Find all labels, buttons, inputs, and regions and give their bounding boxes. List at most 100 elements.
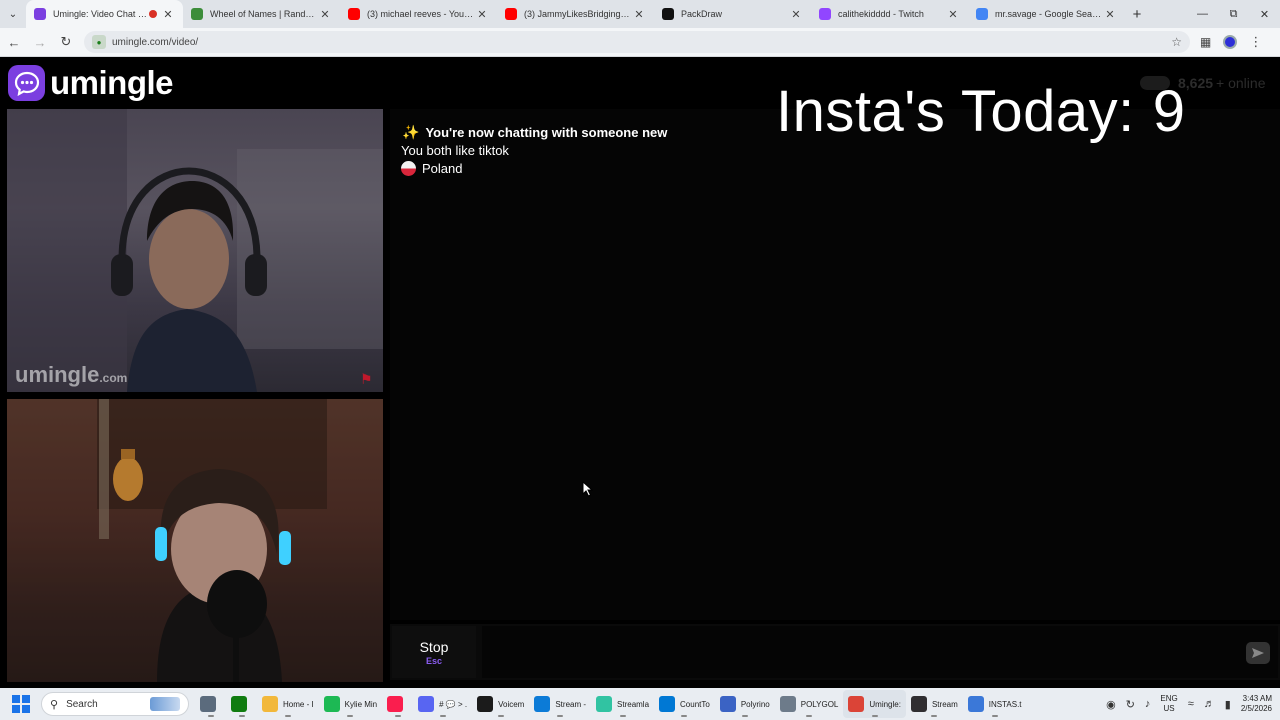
obs-icon [910, 696, 927, 712]
tab-title: mr.savage - Google Search [995, 9, 1103, 19]
tab-search-chevron-icon[interactable]: ⌄ [0, 0, 26, 28]
tab-favicon-icon [662, 8, 674, 20]
system-tray: ◉ ↻ ♪ ENG US ≈ ♬ ▮ 3:43 AM 2/5/2026 [1106, 688, 1272, 720]
tab-close-icon[interactable]: ✕ [789, 8, 803, 21]
streamlabs-icon [596, 696, 613, 712]
tab-favicon-icon [976, 8, 988, 20]
tab-close-icon[interactable]: ✕ [318, 8, 332, 21]
stranger-country: Poland [401, 161, 462, 176]
browser-tab[interactable]: Umingle: Video Chat with S ✕ [26, 0, 183, 28]
notepad-icon [967, 696, 984, 712]
tab-close-icon[interactable]: ✕ [475, 8, 489, 21]
stop-button-shortcut: Esc [425, 655, 442, 666]
extensions-puzzle-icon[interactable]: ▦ [1200, 35, 1211, 49]
reload-icon[interactable]: ↻ [54, 30, 78, 54]
tab-title: Wheel of Names | Random nam [210, 9, 318, 19]
clock-date: 2/5/2026 [1240, 704, 1272, 713]
taskbar-search[interactable]: ⚲ Search [41, 692, 189, 716]
umingle-logo[interactable]: umingle [8, 64, 174, 102]
new-tab-plus-icon[interactable]: + [1125, 0, 1149, 28]
insta-counter-value: 9 [1152, 79, 1186, 144]
tab-close-icon[interactable]: ✕ [1103, 8, 1117, 21]
taskbar-apps: Home - I Kylie Min # 💬 > . Voicem Stream - St… [195, 690, 1027, 718]
taskbar-search-label: Search [66, 698, 98, 710]
battery-icon[interactable]: ▮ [1225, 698, 1231, 711]
umingle-page: umingle 8,625 + online umingle.com ⚑ ✨ Y… [0, 58, 1280, 688]
restore-icon[interactable]: ⧉ [1218, 0, 1249, 28]
taskbar-app[interactable]: Stream - [529, 690, 591, 718]
site-camera-icon[interactable]: ● [92, 35, 106, 49]
file-explorer-icon [200, 696, 216, 712]
tab-favicon-icon [505, 8, 517, 20]
profile-avatar[interactable] [1223, 35, 1238, 49]
search-highlight-icon [150, 697, 180, 711]
sparkle-icon: ✨ [402, 124, 420, 140]
taskbar-app-label: INSTAS.t [988, 699, 1022, 709]
taskbar-app[interactable]: Stream [906, 690, 963, 718]
report-flag-icon[interactable]: ⚑ [360, 372, 378, 386]
taskbar-app[interactable] [195, 690, 226, 718]
taskbar-app[interactable]: Polyrino [715, 690, 775, 718]
tab-favicon-icon [191, 8, 203, 20]
browser-tab[interactable]: (3) michael reeves - YouTube ✕ [340, 0, 497, 28]
taskbar-app[interactable]: Kylie Min [319, 690, 382, 718]
taskbar-app[interactable] [226, 690, 257, 718]
taskbar-app[interactable]: Voicem [472, 690, 529, 718]
tab-favicon-icon [34, 8, 46, 20]
address-bar[interactable]: ● umingle.com/video/ ☆ [84, 31, 1190, 53]
microphone-tray-icon[interactable]: ♪ [1145, 698, 1151, 710]
insta-counter-overlay: Insta's Today: 9 [776, 78, 1186, 145]
taskbar-app[interactable]: # 💬 > . [413, 690, 472, 718]
opera-gx-icon [387, 696, 404, 712]
volume-icon[interactable]: ♬ [1204, 698, 1215, 710]
taskbar-app-label: Stream - [555, 699, 587, 709]
taskbar-app[interactable]: Home - I [257, 690, 319, 718]
minimize-icon[interactable]: — [1187, 0, 1218, 28]
windows-taskbar: ⚲ Search Home - I Kylie Min # 💬 > . Voicem S… [0, 688, 1280, 720]
taskbar-app-label: POLYGOL [800, 699, 839, 709]
windows-start-icon[interactable] [9, 692, 33, 716]
taskbar-app[interactable]: POLYGOL [775, 690, 844, 718]
wifi-icon[interactable]: ≈ [1188, 698, 1194, 710]
browser-tab[interactable]: (3) JammyLikesBridging - YouTu✕ [497, 0, 654, 28]
tab-strip: ⌄ Umingle: Video Chat with S✕Wheel of Na… [0, 0, 1280, 28]
browser-menu-icon[interactable]: ⋮ [1249, 34, 1262, 50]
tab-title: PackDraw [681, 9, 723, 19]
forward-arrow-icon[interactable]: → [28, 30, 52, 54]
language-indicator[interactable]: ENG US [1160, 694, 1177, 714]
back-arrow-icon[interactable]: ← [2, 30, 26, 54]
sync-tray-icon[interactable]: ↻ [1126, 698, 1135, 711]
bookmark-star-icon[interactable]: ☆ [1171, 35, 1182, 49]
send-arrow-icon[interactable] [1246, 642, 1270, 664]
insta-counter-label: Insta's Today: [776, 79, 1135, 144]
taskbar-app[interactable]: CountTo [654, 690, 715, 718]
browser-tab[interactable]: PackDraw ✕ [654, 0, 811, 28]
tab-close-icon[interactable]: ✕ [161, 8, 175, 21]
taskbar-app[interactable]: Streamla [591, 690, 654, 718]
stop-button[interactable]: Stop Esc [392, 626, 476, 678]
tab-title: (3) michael reeves - YouTube [367, 9, 475, 19]
taskbar-app[interactable]: INSTAS.t [963, 690, 1027, 718]
country-name: Poland [422, 161, 463, 176]
discord-tray-icon[interactable]: ◉ [1106, 698, 1116, 711]
language-line1: ENG [1160, 694, 1178, 703]
stranger-video-frame [7, 109, 383, 392]
taskbar-app-label: Stream [931, 699, 958, 709]
taskbar-app-label: CountTo [680, 699, 710, 709]
tab-close-icon[interactable]: ✕ [632, 8, 646, 21]
address-url[interactable]: umingle.com/video/ [112, 37, 1171, 48]
taskbar-app-label: Home - I [283, 699, 314, 709]
taskbar-clock[interactable]: 3:43 AM 2/5/2026 [1241, 694, 1272, 714]
taskbar-app[interactable] [382, 690, 413, 718]
browser-tab[interactable]: mr.savage - Google Search ✕ [968, 0, 1125, 28]
browser-toolbar: ← → ↻ ● umingle.com/video/ ☆ ▦ ⋮ [0, 28, 1280, 57]
browser-tab[interactable]: Wheel of Names | Random nam✕ [183, 0, 340, 28]
browser-tab[interactable]: calithekidddd - Twitch ✕ [811, 0, 968, 28]
chat-status-line: ✨ You're now chatting with someone new [402, 124, 667, 141]
close-window-icon[interactable]: ✕ [1249, 0, 1280, 28]
tab-close-icon[interactable]: ✕ [946, 8, 960, 21]
taskbar-app-label: Voicem [498, 699, 525, 709]
message-input[interactable] [482, 626, 1278, 678]
taskbar-app[interactable]: Umingle: [843, 690, 906, 718]
window-controls: — ⧉ ✕ [1187, 0, 1280, 28]
